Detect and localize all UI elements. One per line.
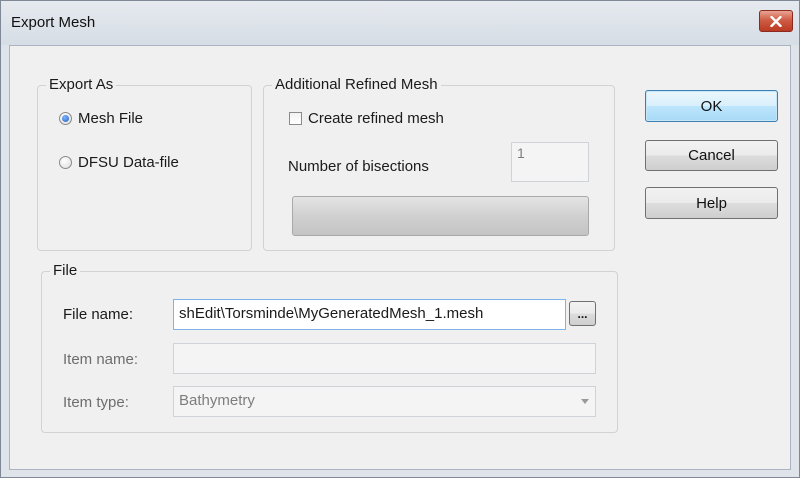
close-button[interactable]	[759, 10, 793, 32]
chevron-down-icon[interactable]	[581, 399, 589, 404]
radio-button[interactable]	[59, 156, 72, 169]
refine-progress-bar	[292, 196, 589, 236]
dialog-body: Export As Mesh File DFSU Data-file Addit…	[9, 45, 791, 470]
create-refined-mesh-checkbox[interactable]: Create refined mesh	[289, 110, 444, 127]
create-refined-mesh-label: Create refined mesh	[308, 110, 444, 127]
radio-dfsu-data-file-label: DFSU Data-file	[78, 154, 179, 171]
item-type-value: Bathymetry	[179, 392, 255, 409]
refined-mesh-group: Additional Refined Mesh Create refined m…	[263, 76, 615, 251]
item-type-label: Item type:	[63, 394, 129, 411]
bisections-input[interactable]: 1	[511, 142, 589, 182]
export-mesh-dialog: Export Mesh Export As Mesh File DFSU Dat…	[0, 0, 800, 478]
item-type-select[interactable]: Bathymetry	[173, 386, 596, 417]
export-as-legend: Export As	[46, 76, 117, 94]
ok-button[interactable]: OK	[645, 90, 778, 122]
cancel-button[interactable]: Cancel	[645, 140, 778, 171]
radio-button-checked[interactable]	[59, 112, 72, 125]
radio-dfsu-data-file[interactable]: DFSU Data-file	[59, 154, 179, 171]
item-name-label: Item name:	[63, 351, 139, 368]
item-name-input[interactable]	[173, 343, 596, 374]
file-name-label: File name:	[63, 306, 134, 323]
refined-mesh-legend: Additional Refined Mesh	[272, 76, 441, 94]
close-icon	[770, 15, 782, 27]
bisections-label: Number of bisections	[288, 158, 429, 175]
file-name-input[interactable]: shEdit\Torsminde\MyGeneratedMesh_1.mesh	[173, 299, 566, 330]
export-as-group: Export As Mesh File DFSU Data-file	[37, 76, 252, 251]
window-title: Export Mesh	[11, 14, 96, 31]
radio-mesh-file[interactable]: Mesh File	[59, 110, 143, 127]
file-group: File File name: shEdit\Torsminde\MyGener…	[41, 262, 618, 433]
radio-mesh-file-label: Mesh File	[78, 110, 144, 127]
title-bar[interactable]: Export Mesh	[1, 1, 799, 45]
checkbox-box[interactable]	[289, 112, 302, 125]
browse-button[interactable]: ...	[569, 301, 596, 326]
help-button[interactable]: Help	[645, 187, 778, 219]
file-legend: File	[50, 262, 81, 280]
